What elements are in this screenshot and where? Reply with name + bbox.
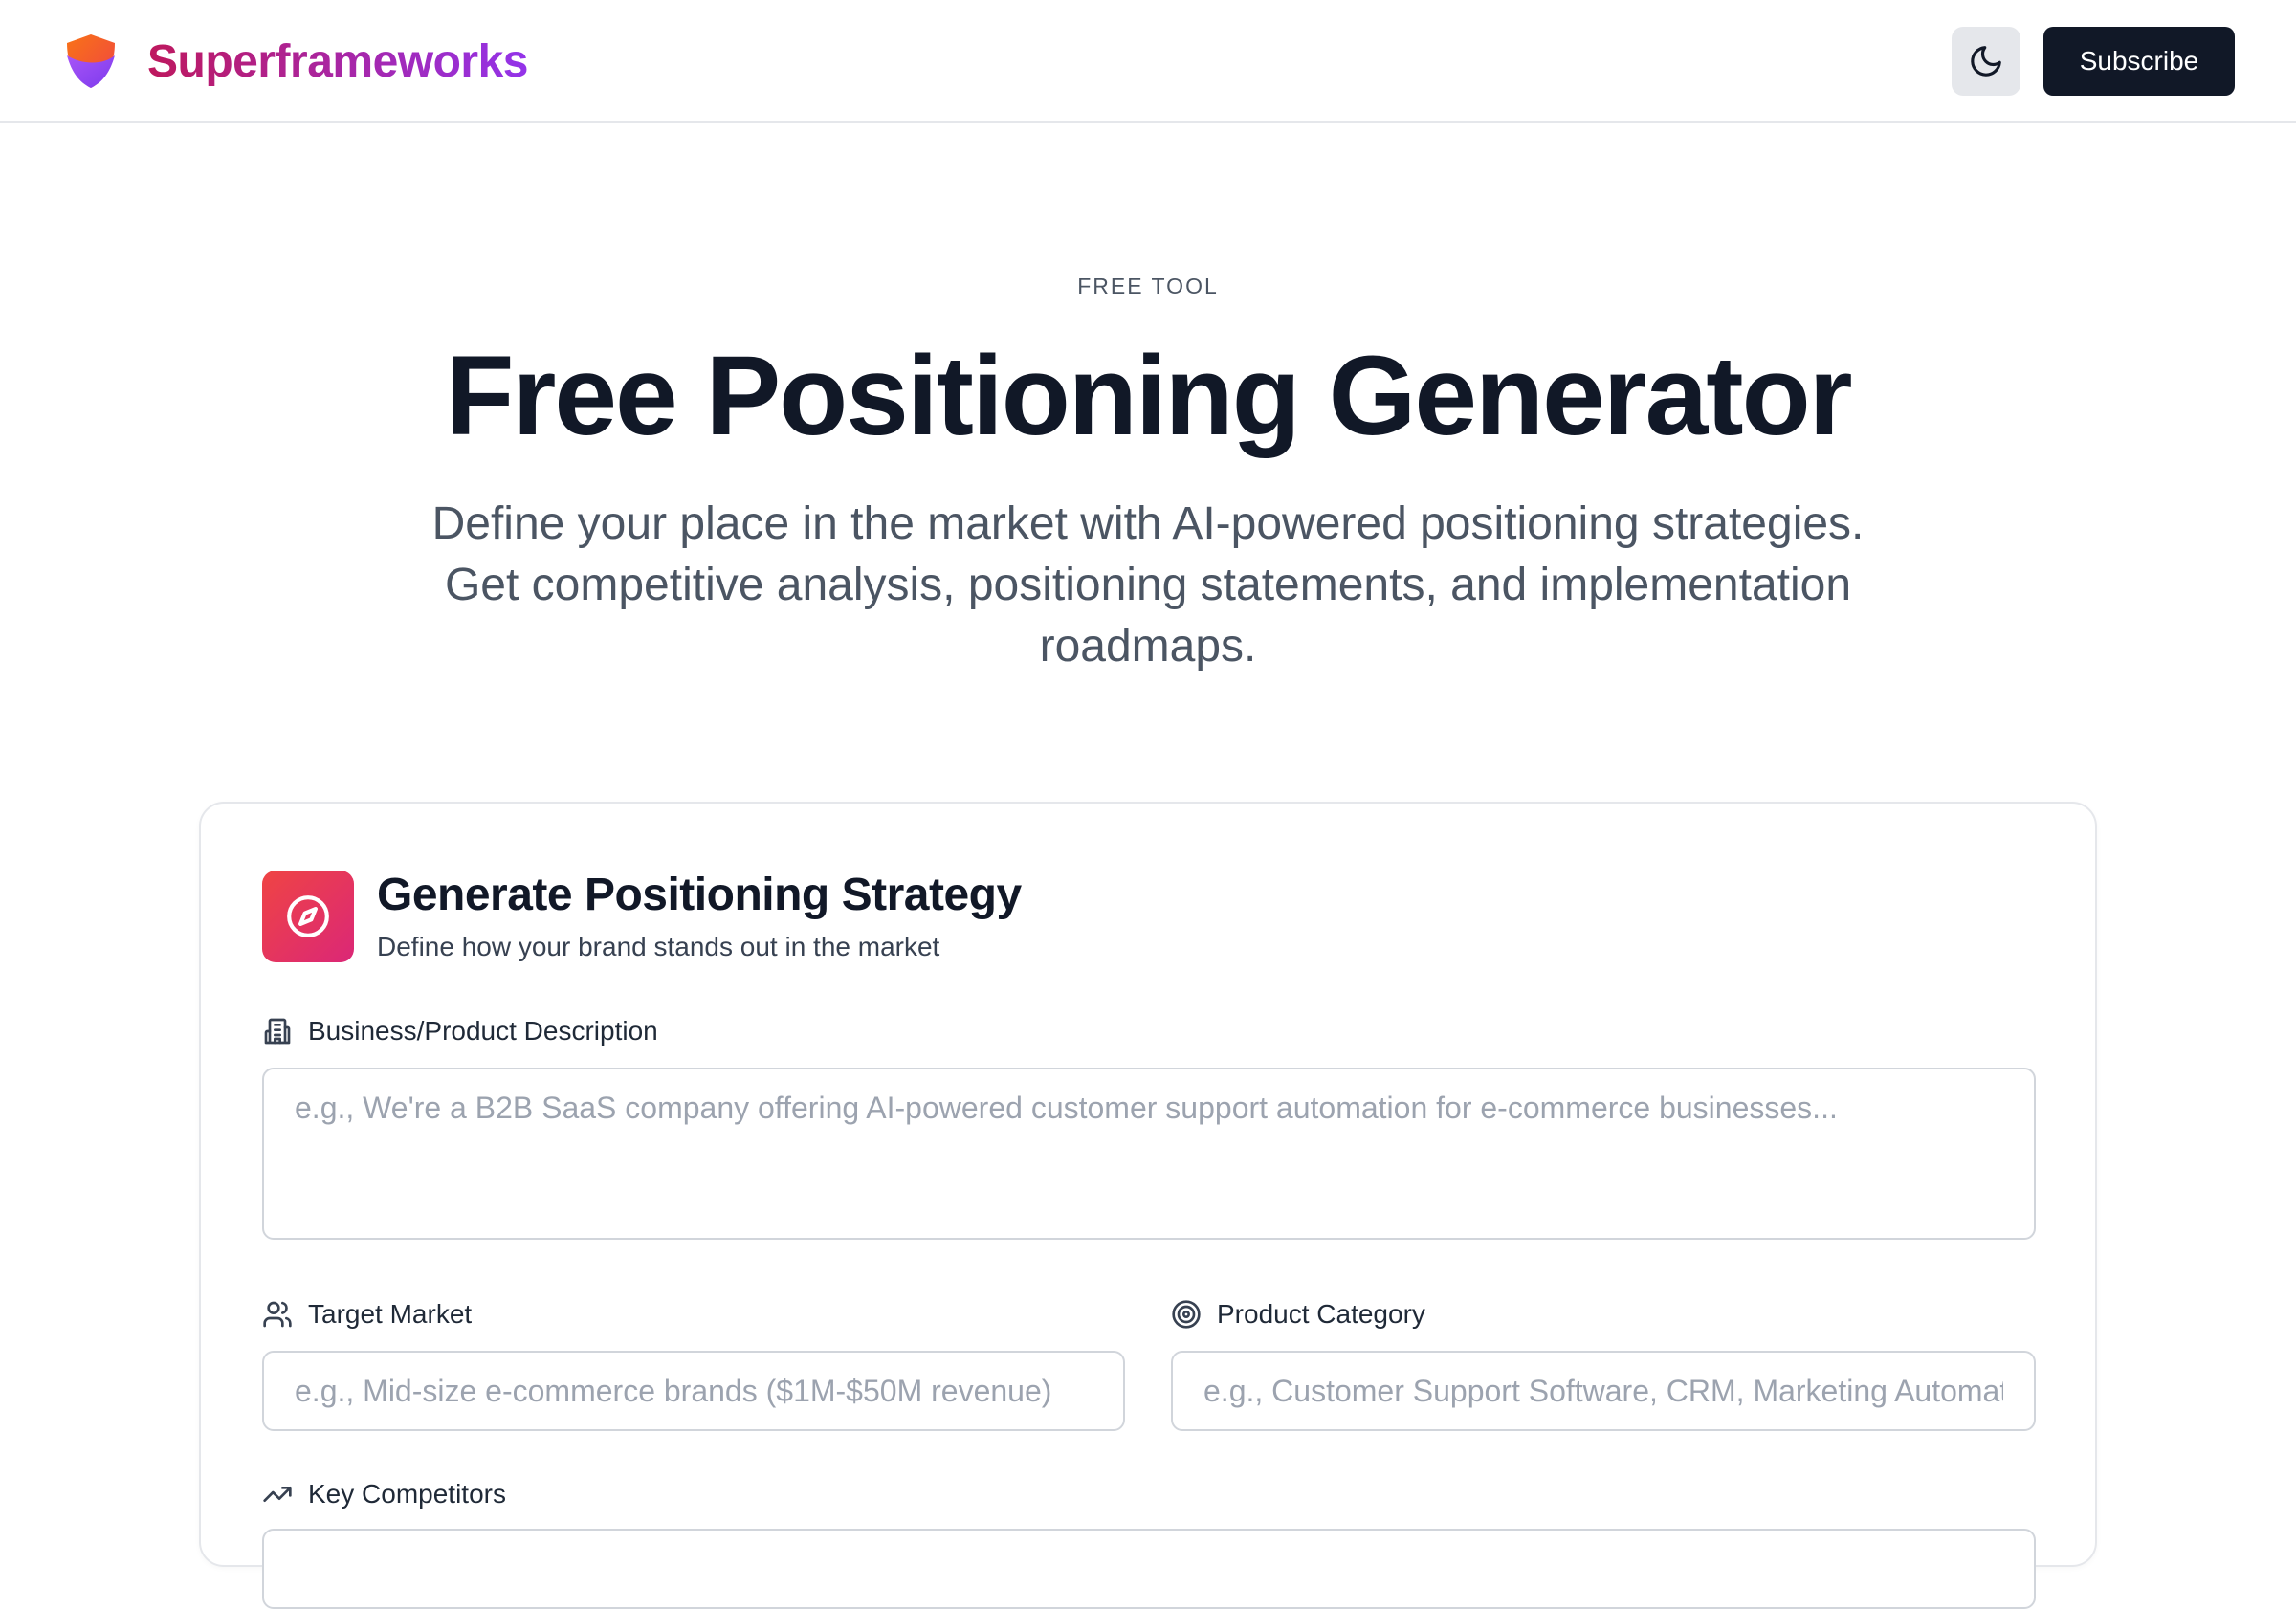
site-header: Superframeworks Subscribe [0,0,2296,123]
target-market-label-text: Target Market [308,1299,473,1329]
theme-toggle-button[interactable] [1952,27,2020,96]
positioning-form-card: Generate Positioning Strategy Define how… [199,802,2097,1609]
page-subtitle: Define your place in the market with AI-… [431,498,1865,672]
trending-up-icon [263,1487,292,1502]
business-description-label-text: Business/Product Description [308,1016,658,1046]
product-category-label-text: Product Category [1217,1299,1425,1329]
brand-name: Superframeworks [147,35,529,87]
key-competitors-input[interactable] [262,1529,2036,1609]
compass-icon [287,895,329,937]
key-competitors-label-text: Key Competitors [308,1479,506,1509]
key-competitors-label: Key Competitors [262,1479,506,1510]
moon-icon [1971,46,2001,77]
brand-link[interactable]: Superframeworks [63,33,529,90]
subscribe-button[interactable]: Subscribe [2043,27,2235,96]
business-description-textarea[interactable] [262,1068,2036,1240]
target-icon [1172,1300,1201,1329]
page-title: Free Positioning Generator [445,333,1852,459]
eyebrow-label: FREE TOOL [1077,274,1219,298]
target-market-label: Target Market [262,1299,472,1330]
target-market-input[interactable] [262,1351,1125,1431]
shield-logo-icon [67,34,115,88]
product-category-label: Product Category [1171,1299,1425,1330]
users-icon [263,1301,292,1328]
business-description-label: Business/Product Description [262,1016,658,1047]
product-category-input[interactable] [1171,1351,2036,1431]
card-header-icon [262,871,354,962]
building-icon [264,1018,291,1045]
form-title: Generate Positioning Strategy [377,870,1022,920]
form-description: Define how your brand stands out in the … [377,932,940,961]
